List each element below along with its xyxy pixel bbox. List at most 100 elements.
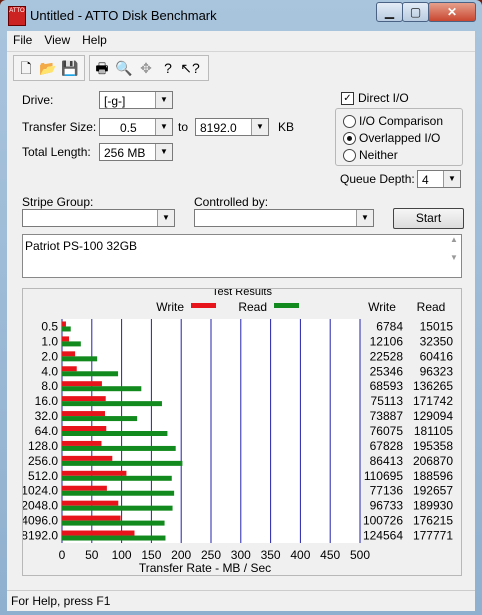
y-tick-label: 0.5 <box>41 319 58 333</box>
read-bar <box>62 326 71 332</box>
y-tick-label: 1.0 <box>41 334 58 348</box>
kb-label: KB <box>278 120 295 134</box>
x-tick-label: 200 <box>171 548 191 562</box>
write-bar <box>62 500 119 506</box>
write-bar <box>62 321 66 327</box>
read-value: 181105 <box>414 424 453 438</box>
read-value: 32350 <box>420 334 454 348</box>
io-comparison-radio[interactable] <box>343 115 356 128</box>
menu-help[interactable]: Help <box>76 31 113 47</box>
transfer-to-value: 8192.0 <box>200 121 237 135</box>
legend-write-label: Write <box>156 300 184 314</box>
chevron-down-icon[interactable]: ▼ <box>251 119 268 135</box>
y-tick-label: 16.0 <box>35 394 59 408</box>
x-tick-label: 0 <box>59 548 66 562</box>
menu-file[interactable]: File <box>7 31 38 47</box>
write-bar <box>62 440 102 446</box>
y-tick-label: 1024.0 <box>23 484 58 498</box>
read-value: 129094 <box>413 409 453 423</box>
title-bar: ATTO Untitled - ATTO Disk Benchmark ▁ ▢ … <box>0 0 482 30</box>
read-bar <box>62 445 176 451</box>
chevron-down-icon[interactable]: ▼ <box>155 144 172 160</box>
minimize-button[interactable]: ▁ <box>376 2 403 22</box>
write-value: 6784 <box>376 319 403 333</box>
start-button[interactable]: Start <box>393 208 464 229</box>
x-tick-label: 500 <box>350 548 370 562</box>
io-comparison-label[interactable]: I/O Comparison <box>359 114 443 128</box>
menu-view[interactable]: View <box>38 31 76 47</box>
minimize-icon: ▁ <box>384 5 395 19</box>
x-tick-label: 150 <box>141 548 161 562</box>
read-bar <box>62 401 162 407</box>
print-preview-icon[interactable]: 🔍 <box>114 58 134 78</box>
y-tick-label: 2.0 <box>41 349 58 363</box>
y-tick-label: 128.0 <box>28 439 58 453</box>
total-length-label: Total Length: <box>22 145 91 159</box>
controlled-by-select[interactable]: ▼ <box>194 209 374 227</box>
check-icon: ✓ <box>343 93 352 104</box>
neither-label[interactable]: Neither <box>359 148 398 162</box>
write-value: 68593 <box>370 379 404 393</box>
y-tick-label: 4096.0 <box>23 514 58 528</box>
chevron-down-icon[interactable]: ▼ <box>155 119 172 135</box>
y-tick-label: 2048.0 <box>23 499 58 513</box>
drive-select[interactable]: [-g-] ▼ <box>99 91 173 109</box>
direct-io-checkbox[interactable]: ✓ <box>341 92 354 105</box>
app-window: ATTO Untitled - ATTO Disk Benchmark ▁ ▢ … <box>0 0 482 615</box>
description-text: Patriot PS-100 32GB <box>25 239 138 253</box>
read-value: 192657 <box>413 484 453 498</box>
description-textarea[interactable]: Patriot PS-100 32GB ▲ ▼ <box>22 234 462 278</box>
queue-depth-select[interactable]: 4 ▼ <box>417 170 461 188</box>
write-value: 75113 <box>371 394 404 408</box>
transfer-from-value: 0.5 <box>120 121 137 135</box>
y-tick-label: 8192.0 <box>23 529 58 543</box>
overlapped-io-label[interactable]: Overlapped I/O <box>359 131 440 145</box>
results-title: Test Results <box>212 289 272 298</box>
drive-value: [-g-] <box>104 94 126 108</box>
move-icon[interactable]: ✥ <box>136 58 156 78</box>
scrollbar[interactable]: ▲ ▼ <box>447 235 461 275</box>
atto-app-icon[interactable]: ATTO <box>8 6 26 26</box>
transfer-size-label: Transfer Size: <box>22 120 97 134</box>
stripe-group-select[interactable]: ▼ <box>22 209 175 227</box>
controlled-by-label: Controlled by: <box>194 195 269 209</box>
transfer-size-from-select[interactable]: 0.5 ▼ <box>99 118 173 136</box>
write-bar <box>62 366 77 372</box>
write-bar <box>62 351 76 357</box>
write-bar <box>62 381 102 387</box>
read-bar <box>62 460 183 466</box>
write-bar <box>62 485 107 491</box>
maximize-button[interactable]: ▢ <box>402 2 429 22</box>
chevron-down-icon[interactable]: ▼ <box>155 92 172 108</box>
help-icon[interactable]: ? <box>158 58 178 78</box>
x-tick-label: 100 <box>112 548 132 562</box>
write-value: 124564 <box>363 529 403 543</box>
open-icon[interactable]: 📂 <box>38 58 58 78</box>
close-button[interactable]: ✕ <box>428 2 476 22</box>
read-value: 136265 <box>413 379 453 393</box>
print-icon[interactable]: 🖶 <box>92 58 112 78</box>
transfer-size-to-select[interactable]: 8192.0 ▼ <box>195 118 269 136</box>
chevron-down-icon[interactable]: ▼ <box>443 171 460 187</box>
chevron-down-icon[interactable]: ▼ <box>157 210 174 226</box>
plot-area: 0 50 100 150 200 250 300 350 400 450 500 0.5 6784 150… <box>23 319 453 562</box>
write-value: 12106 <box>370 334 404 348</box>
save-icon[interactable]: 💾 <box>60 58 80 78</box>
write-value: 25346 <box>370 364 404 378</box>
x-tick-label: 450 <box>320 548 340 562</box>
total-length-select[interactable]: 256 MB ▼ <box>99 143 173 161</box>
read-value: 177771 <box>413 529 453 543</box>
write-bar <box>62 530 135 536</box>
read-value: 171742 <box>413 394 453 408</box>
read-column-header: Read <box>417 300 446 314</box>
toolbar: 🗋 📂 💾 🖶 🔍 ✥ ? ↖? <box>7 51 475 82</box>
chevron-down-icon[interactable]: ▼ <box>356 210 373 226</box>
x-tick-label: 250 <box>201 548 221 562</box>
read-value: 60416 <box>420 349 454 363</box>
new-icon[interactable]: 🗋 <box>16 58 36 78</box>
context-help-icon[interactable]: ↖? <box>180 58 200 78</box>
neither-radio[interactable] <box>343 149 356 162</box>
overlapped-io-radio[interactable] <box>343 132 356 145</box>
direct-io-label[interactable]: Direct I/O <box>358 91 409 105</box>
read-bar <box>62 356 98 362</box>
